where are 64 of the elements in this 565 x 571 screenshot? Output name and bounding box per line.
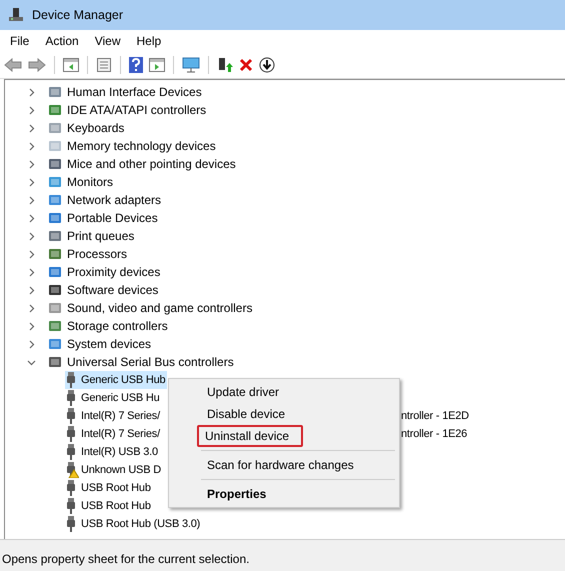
tree-item[interactable]: Intel(R) 7 Series/ — [65, 407, 162, 425]
pane-icon[interactable] — [63, 58, 79, 72]
expand-chevron-icon[interactable] — [27, 214, 36, 222]
expand-chevron-icon[interactable] — [27, 88, 36, 96]
tree-item[interactable]: USB Root Hub — [65, 497, 153, 515]
tree-item[interactable]: USB Root Hub (USB 3.0) — [65, 515, 202, 533]
tree-item[interactable]: Intel(R) 7 Series/ — [65, 425, 162, 443]
update-driver-icon[interactable] — [217, 57, 233, 73]
expand-chevron-icon[interactable] — [27, 142, 36, 150]
tree-item[interactable]: Print queues — [67, 229, 134, 243]
tree-item-text: ntroller - 1E26 — [401, 428, 468, 440]
tree-item[interactable]: Mice and other pointing devices — [67, 157, 236, 171]
expand-chevron-icon[interactable] — [27, 322, 36, 330]
expand-chevron-icon[interactable] — [27, 178, 36, 186]
tree-item[interactable]: IDE ATA/ATAPI controllers — [67, 103, 206, 117]
menu-item[interactable]: View — [86, 34, 128, 48]
expand-chevron-icon[interactable] — [27, 106, 36, 114]
menu-item[interactable]: Help — [128, 34, 170, 48]
tree-item[interactable]: Software devices — [67, 283, 158, 297]
tree-item[interactable]: Processors — [67, 247, 128, 261]
close-icon[interactable] — [239, 58, 253, 72]
tree-item[interactable]: Sound, video and game controllers — [67, 301, 252, 315]
context-menu-item[interactable]: Update driver — [173, 381, 395, 403]
download-icon[interactable] — [259, 57, 275, 73]
expand-chevron-icon[interactable] — [27, 232, 36, 240]
status-text: Opens property sheet for the current selection. — [2, 552, 250, 566]
app-icon — [8, 7, 24, 23]
tree-item[interactable]: Unknown USB D — [65, 461, 163, 479]
context-menu-item[interactable]: Properties — [173, 483, 395, 505]
expand-chevron-icon[interactable] — [27, 124, 36, 132]
context-menu-item[interactable]: Disable device — [173, 403, 395, 425]
expand-chevron-icon[interactable] — [27, 250, 36, 258]
properties-icon[interactable] — [96, 57, 112, 73]
context-menu-item[interactable]: Uninstall device — [197, 425, 303, 447]
context-menu-item[interactable]: Scan for hardware changes — [173, 454, 395, 476]
tree-item[interactable]: Network adapters — [67, 193, 162, 207]
tree-item[interactable]: Universal Serial Bus controllers — [67, 355, 234, 369]
tree-item[interactable]: Intel(R) USB 3.0 — [65, 443, 160, 461]
tree-item[interactable]: Proximity devices — [67, 265, 160, 279]
expand-chevron-icon[interactable] — [27, 160, 36, 168]
menu-item[interactable]: Action — [37, 34, 87, 48]
tree-item[interactable]: Generic USB Hub — [65, 371, 168, 389]
menu-item[interactable]: File — [2, 34, 38, 48]
tree-item[interactable]: System devices — [67, 337, 152, 351]
expand-chevron-icon[interactable] — [27, 268, 36, 276]
help-icon[interactable] — [129, 57, 143, 73]
tree-item[interactable]: Human Interface Devices — [67, 85, 202, 99]
expand-chevron-icon[interactable] — [27, 340, 36, 348]
expand-chevron-icon[interactable] — [27, 196, 36, 204]
tree-item[interactable]: Portable Devices — [67, 211, 158, 225]
pane-icon[interactable] — [149, 58, 165, 72]
collapse-chevron-icon[interactable] — [27, 358, 36, 366]
tree-item[interactable]: Keyboards — [67, 121, 124, 135]
window-title: Device Manager — [32, 8, 124, 22]
tree-item[interactable]: Memory technology devices — [67, 139, 216, 153]
expand-chevron-icon[interactable] — [27, 304, 36, 312]
expand-chevron-icon[interactable] — [27, 286, 36, 294]
tree-item[interactable]: Generic USB Hu — [65, 389, 162, 407]
back-arrow-icon[interactable] — [4, 58, 22, 72]
tree-item[interactable]: Storage controllers — [67, 319, 168, 333]
tree-item[interactable]: USB Root Hub — [65, 479, 153, 497]
forward-arrow-icon[interactable] — [28, 58, 46, 72]
tree-item[interactable]: Monitors — [67, 175, 114, 189]
tree-item-text: ntroller - 1E2D — [401, 410, 469, 422]
